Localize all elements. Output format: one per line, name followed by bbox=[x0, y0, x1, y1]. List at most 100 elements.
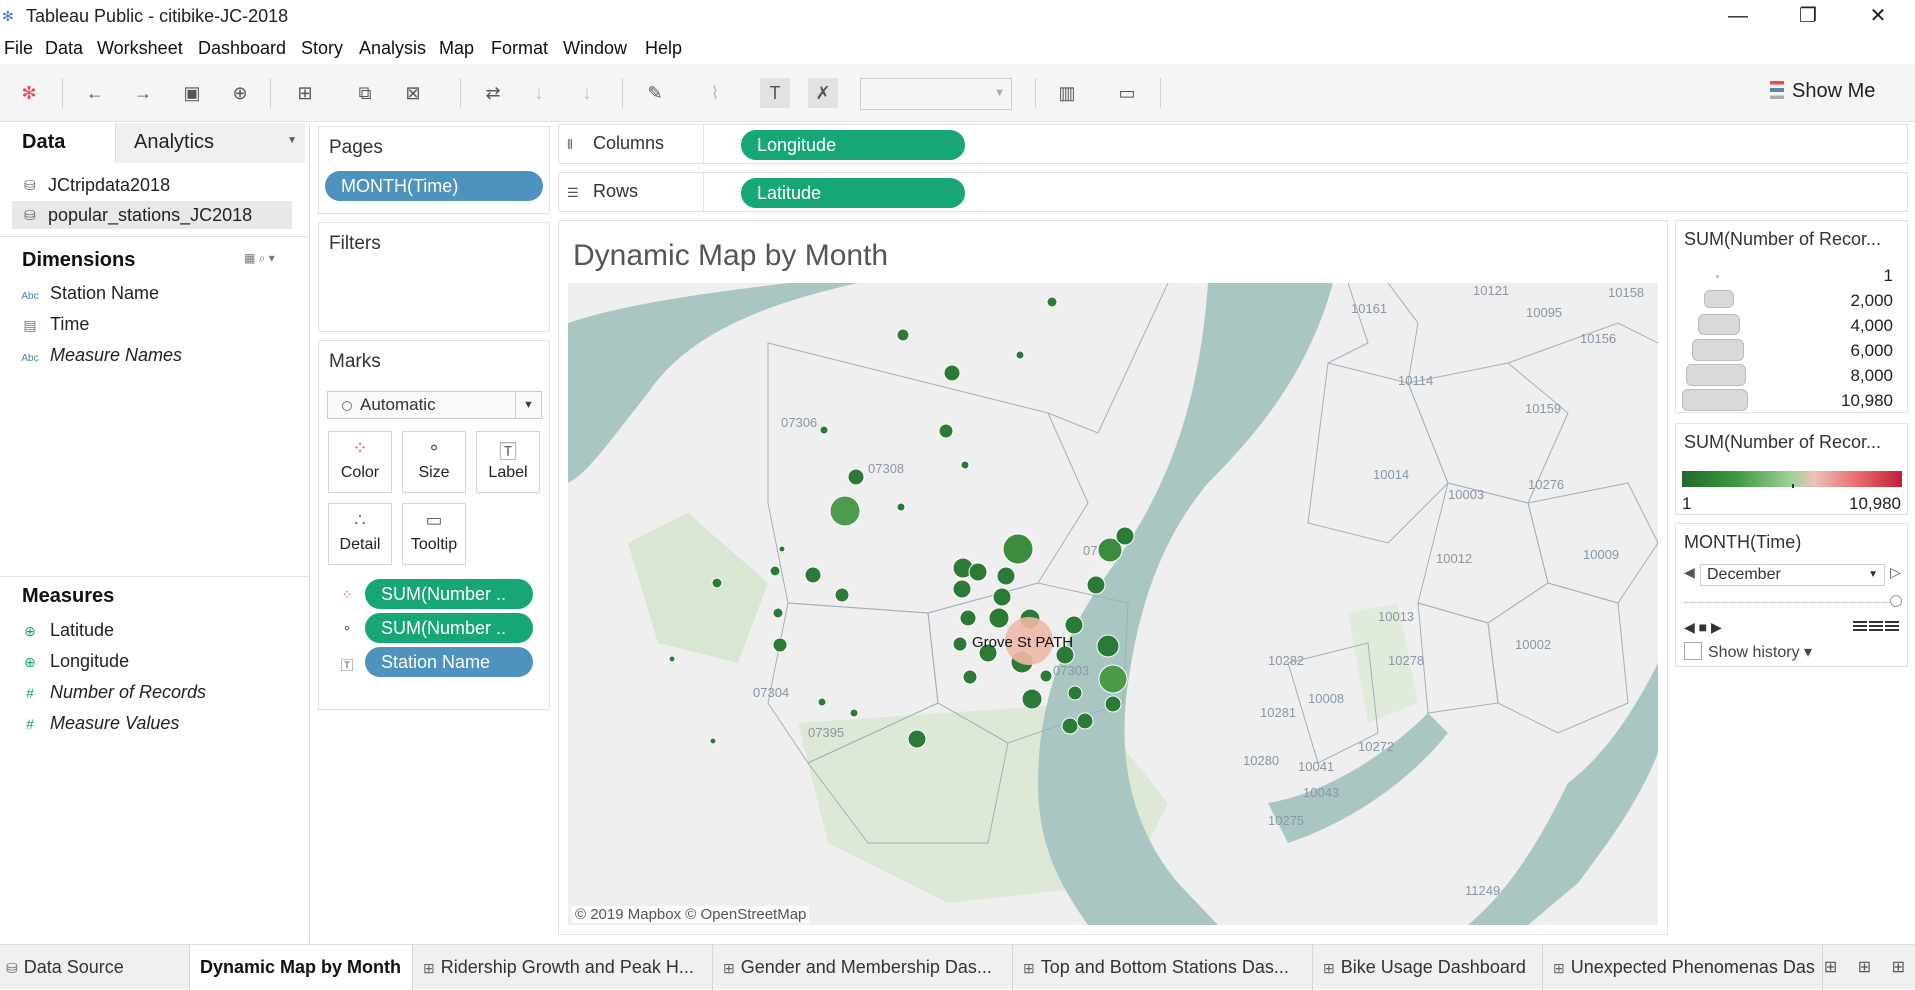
pages-pill[interactable]: MONTH(Time) bbox=[325, 171, 543, 201]
station-mark[interactable] bbox=[938, 423, 954, 439]
fix-axes-icon[interactable]: ✗ bbox=[808, 78, 838, 108]
tab-unexpected-phenomenas[interactable]: ⊞ Unexpected Phenomenas Das bbox=[1543, 945, 1823, 990]
pages-shelf[interactable]: Pages MONTH(Time) bbox=[318, 126, 550, 214]
map-canvas[interactable]: 07306 07308 07304 07395 07303 07 10161 1… bbox=[568, 283, 1658, 925]
station-mark[interactable] bbox=[962, 669, 978, 685]
station-mark[interactable] bbox=[1015, 350, 1025, 360]
field-time[interactable]: ▤ Time bbox=[20, 314, 89, 342]
show-me-button[interactable]: Show Me bbox=[1770, 80, 1875, 103]
station-mark[interactable] bbox=[819, 425, 829, 435]
menu-map[interactable]: Map bbox=[439, 38, 474, 59]
station-mark[interactable] bbox=[1021, 688, 1043, 710]
station-mark[interactable] bbox=[1067, 685, 1083, 701]
group-icon[interactable]: ⌇ bbox=[700, 78, 730, 108]
station-mark[interactable] bbox=[1046, 296, 1058, 308]
columns-pill[interactable]: Longitude bbox=[741, 130, 965, 160]
new-worksheet-icon[interactable]: ⊞ bbox=[290, 78, 320, 108]
station-mark[interactable] bbox=[847, 468, 865, 486]
rows-shelf[interactable]: ☰ Rows Latitude bbox=[558, 172, 1908, 212]
page-select[interactable]: December ▼ bbox=[1700, 564, 1885, 586]
show-cards-icon[interactable]: ▥ bbox=[1052, 78, 1082, 108]
field-measure-names[interactable]: Abc Measure Names bbox=[20, 345, 182, 373]
station-mark[interactable] bbox=[992, 587, 1012, 607]
marks-pill-size[interactable]: SUM(Number .. bbox=[365, 613, 533, 643]
datasource-item[interactable]: ⛁ popular_stations_JC2018 bbox=[12, 201, 292, 229]
clear-sheet-icon[interactable]: ⊠ bbox=[398, 78, 428, 108]
tab-dynamic-map-by-month[interactable]: Dynamic Map by Month bbox=[190, 945, 413, 990]
tab-data[interactable]: Data bbox=[0, 123, 115, 163]
minimize-button[interactable]: — bbox=[1708, 2, 1768, 30]
station-mark[interactable] bbox=[834, 587, 850, 603]
page-slider[interactable] bbox=[1684, 602, 1894, 607]
speed-slow-icon[interactable] bbox=[1853, 621, 1867, 633]
label-button[interactable]: 🅃 Label bbox=[476, 431, 540, 493]
menu-window[interactable]: Window bbox=[563, 38, 627, 59]
station-mark[interactable] bbox=[804, 566, 822, 584]
playback-speed[interactable] bbox=[1851, 620, 1901, 634]
menu-story[interactable]: Story bbox=[301, 38, 343, 59]
station-mark[interactable] bbox=[778, 545, 786, 553]
menu-help[interactable]: Help bbox=[645, 38, 682, 59]
page-slider-knob[interactable] bbox=[1890, 595, 1902, 607]
filters-shelf[interactable]: Filters bbox=[318, 222, 550, 332]
mark-type-select[interactable]: Automatic ▼ bbox=[327, 391, 542, 419]
tableau-home-icon[interactable]: ✻ bbox=[14, 78, 44, 108]
restore-button[interactable]: ❐ bbox=[1778, 2, 1838, 30]
menu-analysis[interactable]: Analysis bbox=[359, 38, 426, 59]
fit-dropdown[interactable]: ▼ bbox=[860, 78, 1012, 110]
menu-file[interactable]: File bbox=[4, 38, 33, 59]
station-mark[interactable] bbox=[996, 566, 1016, 586]
menu-data[interactable]: Data bbox=[45, 38, 83, 59]
tab-gender-membership[interactable]: ⊞ Gender and Membership Das... bbox=[713, 945, 1013, 990]
map-credit[interactable]: © 2019 Mapbox © OpenStreetMap bbox=[572, 906, 810, 923]
station-mark[interactable] bbox=[711, 577, 723, 589]
tab-bike-usage[interactable]: ⊞ Bike Usage Dashboard bbox=[1313, 945, 1543, 990]
station-mark[interactable] bbox=[668, 655, 676, 663]
detail-button[interactable]: ∴ Detail bbox=[328, 503, 392, 565]
undo-icon[interactable]: ← bbox=[80, 78, 110, 108]
station-mark[interactable] bbox=[849, 708, 859, 718]
station-mark[interactable] bbox=[769, 565, 781, 577]
rows-pill[interactable]: Latitude bbox=[741, 178, 965, 208]
field-measure-values[interactable]: # Measure Values bbox=[20, 713, 179, 741]
field-number-of-records[interactable]: # Number of Records bbox=[20, 682, 206, 710]
station-mark[interactable] bbox=[1086, 575, 1106, 595]
duplicate-sheet-icon[interactable]: ⧉ bbox=[350, 78, 380, 108]
station-mark[interactable] bbox=[896, 502, 906, 512]
field-longitude[interactable]: ⊕ Longitude bbox=[20, 651, 129, 679]
station-mark[interactable] bbox=[1104, 695, 1122, 713]
swap-rows-columns-icon[interactable]: ⇄ bbox=[478, 78, 508, 108]
dimensions-tools[interactable]: ▦ ⌕ ▾ bbox=[244, 251, 275, 266]
station-mark[interactable] bbox=[1096, 634, 1120, 658]
columns-shelf[interactable]: ⦀ Columns Longitude bbox=[558, 124, 1908, 164]
save-icon[interactable]: ▣ bbox=[177, 78, 207, 108]
show-history-label[interactable]: Show history ▾ bbox=[1708, 642, 1812, 662]
station-mark[interactable] bbox=[907, 729, 927, 749]
sort-descending-icon[interactable]: ↓ bbox=[572, 78, 602, 108]
tab-analytics[interactable]: Analytics ▼ bbox=[115, 123, 305, 163]
new-story-icon[interactable]: ⊞ bbox=[1892, 959, 1905, 976]
station-mark[interactable] bbox=[943, 364, 961, 382]
marks-pill-color[interactable]: SUM(Number .. bbox=[365, 579, 533, 609]
presentation-mode-icon[interactable]: ▭ bbox=[1112, 78, 1142, 108]
previous-page-icon[interactable]: ◀ bbox=[1684, 564, 1695, 581]
playback-controls[interactable]: ◀ ■ ▶ bbox=[1684, 619, 1722, 636]
station-mark[interactable] bbox=[1064, 615, 1084, 635]
datasource-item[interactable]: ⛁ JCtripdata2018 bbox=[12, 171, 292, 199]
map-svg[interactable]: 07306 07308 07304 07395 07303 07 10161 1… bbox=[568, 283, 1658, 925]
station-mark[interactable] bbox=[960, 460, 970, 470]
speed-medium-icon[interactable] bbox=[1869, 621, 1883, 633]
station-mark[interactable] bbox=[968, 562, 988, 582]
color-button[interactable]: ⁘ Color bbox=[328, 431, 392, 493]
station-mark[interactable] bbox=[1076, 712, 1094, 730]
station-mark[interactable] bbox=[988, 607, 1010, 629]
close-button[interactable]: ✕ bbox=[1848, 2, 1908, 30]
station-mark[interactable] bbox=[1098, 664, 1128, 694]
menu-worksheet[interactable]: Worksheet bbox=[97, 38, 183, 59]
speed-fast-icon[interactable] bbox=[1885, 621, 1899, 633]
show-history-checkbox[interactable] bbox=[1684, 642, 1702, 660]
menu-dashboard[interactable]: Dashboard bbox=[198, 38, 286, 59]
station-mark[interactable] bbox=[1115, 526, 1135, 546]
tab-top-bottom-stations[interactable]: ⊞ Top and Bottom Stations Das... bbox=[1013, 945, 1313, 990]
station-mark[interactable] bbox=[896, 328, 910, 342]
